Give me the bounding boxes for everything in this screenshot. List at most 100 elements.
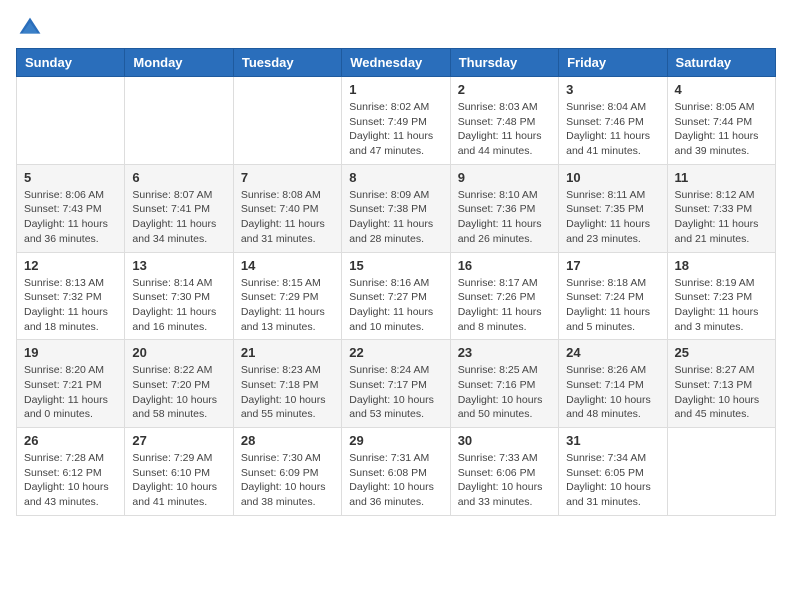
calendar-cell bbox=[667, 428, 775, 516]
day-number: 19 bbox=[24, 345, 117, 360]
calendar-cell: 1Sunrise: 8:02 AMSunset: 7:49 PMDaylight… bbox=[342, 77, 450, 165]
calendar-cell: 18 Sunrise: 8:19 AMSunset: 7:23 PMDayligh… bbox=[667, 252, 775, 340]
day-number: 21 bbox=[241, 345, 334, 360]
calendar-cell: 15 Sunrise: 8:16 AMSunset: 7:27 PMDayligh… bbox=[342, 252, 450, 340]
calendar-cell: 7 Sunrise: 8:08 AMSunset: 7:40 PMDaylight… bbox=[233, 164, 341, 252]
day-info: Sunrise: 8:16 AMSunset: 7:27 PMDaylight:… bbox=[349, 276, 442, 335]
day-info: Sunrise: 8:14 AMSunset: 7:30 PMDaylight:… bbox=[132, 276, 225, 335]
day-info: Sunrise: 8:26 AMSunset: 7:14 PMDaylight:… bbox=[566, 363, 659, 422]
weekday-header: Tuesday bbox=[233, 49, 341, 77]
calendar-cell: 3 Sunrise: 8:04 AMSunset: 7:46 PMDaylight… bbox=[559, 77, 667, 165]
calendar-cell: 16 Sunrise: 8:17 AMSunset: 7:26 PMDayligh… bbox=[450, 252, 558, 340]
weekday-header: Thursday bbox=[450, 49, 558, 77]
day-info: Sunrise: 8:12 AMSunset: 7:33 PMDaylight:… bbox=[675, 188, 768, 247]
day-number: 27 bbox=[132, 433, 225, 448]
day-info: Sunrise: 7:33 AMSunset: 6:06 PMDaylight:… bbox=[458, 451, 551, 510]
day-info: Sunrise: 8:02 AMSunset: 7:49 PMDaylight:… bbox=[349, 100, 442, 159]
day-number: 17 bbox=[566, 258, 659, 273]
calendar-cell: 31Sunrise: 7:34 AMSunset: 6:05 PMDayligh… bbox=[559, 428, 667, 516]
day-number: 14 bbox=[241, 258, 334, 273]
day-info: Sunrise: 8:20 AMSunset: 7:21 PMDaylight:… bbox=[24, 363, 117, 422]
calendar-cell: 14Sunrise: 8:15 AMSunset: 7:29 PMDayligh… bbox=[233, 252, 341, 340]
day-info: Sunrise: 7:34 AMSunset: 6:05 PMDaylight:… bbox=[566, 451, 659, 510]
day-info: Sunrise: 8:24 AMSunset: 7:17 PMDaylight:… bbox=[349, 363, 442, 422]
day-number: 3 bbox=[566, 82, 659, 97]
calendar-cell: 8 Sunrise: 8:09 AMSunset: 7:38 PMDaylight… bbox=[342, 164, 450, 252]
day-number: 12 bbox=[24, 258, 117, 273]
day-info: Sunrise: 8:19 AMSunset: 7:23 PMDaylight:… bbox=[675, 276, 768, 335]
day-info: Sunrise: 7:31 AMSunset: 6:08 PMDaylight:… bbox=[349, 451, 442, 510]
weekday-header: Saturday bbox=[667, 49, 775, 77]
day-info: Sunrise: 8:13 AMSunset: 7:32 PMDaylight:… bbox=[24, 276, 117, 335]
day-info: Sunrise: 8:25 AMSunset: 7:16 PMDaylight:… bbox=[458, 363, 551, 422]
day-info: Sunrise: 8:17 AMSunset: 7:26 PMDaylight:… bbox=[458, 276, 551, 335]
calendar-cell: 9 Sunrise: 8:10 AMSunset: 7:36 PMDaylight… bbox=[450, 164, 558, 252]
calendar-cell: 29 Sunrise: 7:31 AMSunset: 6:08 PMDayligh… bbox=[342, 428, 450, 516]
calendar-week-row: 5Sunrise: 8:06 AMSunset: 7:43 PMDaylight… bbox=[17, 164, 776, 252]
calendar-cell: 6Sunrise: 8:07 AMSunset: 7:41 PMDaylight… bbox=[125, 164, 233, 252]
calendar-cell: 10Sunrise: 8:11 AMSunset: 7:35 PMDayligh… bbox=[559, 164, 667, 252]
calendar-cell: 27 Sunrise: 7:29 AMSunset: 6:10 PMDayligh… bbox=[125, 428, 233, 516]
day-info: Sunrise: 8:06 AMSunset: 7:43 PMDaylight:… bbox=[24, 188, 117, 247]
day-info: Sunrise: 8:08 AMSunset: 7:40 PMDaylight:… bbox=[241, 188, 334, 247]
day-number: 22 bbox=[349, 345, 442, 360]
day-number: 30 bbox=[458, 433, 551, 448]
day-info: Sunrise: 8:10 AMSunset: 7:36 PMDaylight:… bbox=[458, 188, 551, 247]
calendar-cell: 17 Sunrise: 8:18 AMSunset: 7:24 PMDayligh… bbox=[559, 252, 667, 340]
calendar-cell: 25 Sunrise: 8:27 AMSunset: 7:13 PMDayligh… bbox=[667, 340, 775, 428]
calendar-week-row: 1Sunrise: 8:02 AMSunset: 7:49 PMDaylight… bbox=[17, 77, 776, 165]
calendar-header-row: SundayMondayTuesdayWednesdayThursdayFrid… bbox=[17, 49, 776, 77]
calendar-cell: 22 Sunrise: 8:24 AMSunset: 7:17 PMDayligh… bbox=[342, 340, 450, 428]
calendar-cell: 4 Sunrise: 8:05 AMSunset: 7:44 PMDaylight… bbox=[667, 77, 775, 165]
calendar-cell: 2Sunrise: 8:03 AMSunset: 7:48 PMDaylight… bbox=[450, 77, 558, 165]
day-number: 28 bbox=[241, 433, 334, 448]
logo-icon bbox=[18, 16, 42, 40]
calendar-cell: 11 Sunrise: 8:12 AMSunset: 7:33 PMDayligh… bbox=[667, 164, 775, 252]
day-number: 15 bbox=[349, 258, 442, 273]
calendar-week-row: 12 Sunrise: 8:13 AMSunset: 7:32 PMDayligh… bbox=[17, 252, 776, 340]
day-info: Sunrise: 8:23 AMSunset: 7:18 PMDaylight:… bbox=[241, 363, 334, 422]
weekday-header: Monday bbox=[125, 49, 233, 77]
calendar-cell: 20Sunrise: 8:22 AMSunset: 7:20 PMDayligh… bbox=[125, 340, 233, 428]
calendar-cell: 23 Sunrise: 8:25 AMSunset: 7:16 PMDayligh… bbox=[450, 340, 558, 428]
day-number: 7 bbox=[241, 170, 334, 185]
day-info: Sunrise: 8:05 AMSunset: 7:44 PMDaylight:… bbox=[675, 100, 768, 159]
day-number: 16 bbox=[458, 258, 551, 273]
logo bbox=[16, 16, 42, 40]
calendar-week-row: 26Sunrise: 7:28 AMSunset: 6:12 PMDayligh… bbox=[17, 428, 776, 516]
weekday-header: Wednesday bbox=[342, 49, 450, 77]
calendar-cell bbox=[233, 77, 341, 165]
calendar-week-row: 19 Sunrise: 8:20 AMSunset: 7:21 PMDayligh… bbox=[17, 340, 776, 428]
calendar-cell bbox=[125, 77, 233, 165]
day-number: 24 bbox=[566, 345, 659, 360]
day-number: 11 bbox=[675, 170, 768, 185]
day-number: 9 bbox=[458, 170, 551, 185]
day-info: Sunrise: 8:07 AMSunset: 7:41 PMDaylight:… bbox=[132, 188, 225, 247]
calendar-cell: 19 Sunrise: 8:20 AMSunset: 7:21 PMDayligh… bbox=[17, 340, 125, 428]
day-number: 13 bbox=[132, 258, 225, 273]
calendar-table: SundayMondayTuesdayWednesdayThursdayFrid… bbox=[16, 48, 776, 516]
day-info: Sunrise: 8:18 AMSunset: 7:24 PMDaylight:… bbox=[566, 276, 659, 335]
calendar-cell: 30 Sunrise: 7:33 AMSunset: 6:06 PMDayligh… bbox=[450, 428, 558, 516]
day-number: 4 bbox=[675, 82, 768, 97]
page-header bbox=[16, 16, 776, 40]
day-info: Sunrise: 8:04 AMSunset: 7:46 PMDaylight:… bbox=[566, 100, 659, 159]
day-number: 23 bbox=[458, 345, 551, 360]
day-info: Sunrise: 8:09 AMSunset: 7:38 PMDaylight:… bbox=[349, 188, 442, 247]
day-number: 25 bbox=[675, 345, 768, 360]
calendar-cell: 21 Sunrise: 8:23 AMSunset: 7:18 PMDayligh… bbox=[233, 340, 341, 428]
day-number: 29 bbox=[349, 433, 442, 448]
day-info: Sunrise: 7:30 AMSunset: 6:09 PMDaylight:… bbox=[241, 451, 334, 510]
calendar-cell: 12 Sunrise: 8:13 AMSunset: 7:32 PMDayligh… bbox=[17, 252, 125, 340]
day-info: Sunrise: 8:03 AMSunset: 7:48 PMDaylight:… bbox=[458, 100, 551, 159]
day-info: Sunrise: 8:27 AMSunset: 7:13 PMDaylight:… bbox=[675, 363, 768, 422]
day-info: Sunrise: 7:29 AMSunset: 6:10 PMDaylight:… bbox=[132, 451, 225, 510]
weekday-header: Friday bbox=[559, 49, 667, 77]
calendar-cell bbox=[17, 77, 125, 165]
calendar-cell: 13 Sunrise: 8:14 AMSunset: 7:30 PMDayligh… bbox=[125, 252, 233, 340]
day-number: 8 bbox=[349, 170, 442, 185]
calendar-cell: 5Sunrise: 8:06 AMSunset: 7:43 PMDaylight… bbox=[17, 164, 125, 252]
day-number: 26 bbox=[24, 433, 117, 448]
day-number: 18 bbox=[675, 258, 768, 273]
calendar-cell: 26Sunrise: 7:28 AMSunset: 6:12 PMDayligh… bbox=[17, 428, 125, 516]
